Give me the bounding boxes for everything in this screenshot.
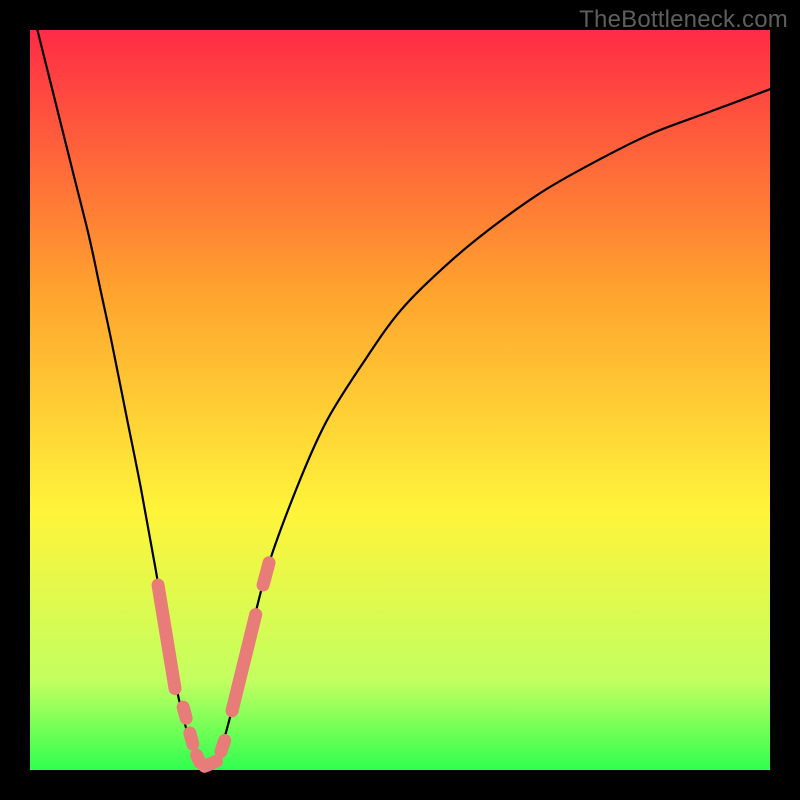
marker-segment [263, 563, 269, 585]
watermark-text: TheBottleneck.com [579, 6, 788, 34]
bottleneck-curve [37, 30, 770, 770]
marker-segment [197, 755, 201, 762]
marker-segment [221, 740, 225, 751]
marker-segment [205, 761, 217, 766]
marker-segment [190, 733, 193, 744]
curve-markers [158, 563, 269, 767]
chart-svg [30, 30, 770, 770]
marker-segment [183, 707, 186, 718]
plot-area [30, 30, 770, 770]
marker-segment [158, 585, 175, 689]
chart-frame: TheBottleneck.com [0, 0, 800, 800]
marker-segment [232, 615, 256, 711]
